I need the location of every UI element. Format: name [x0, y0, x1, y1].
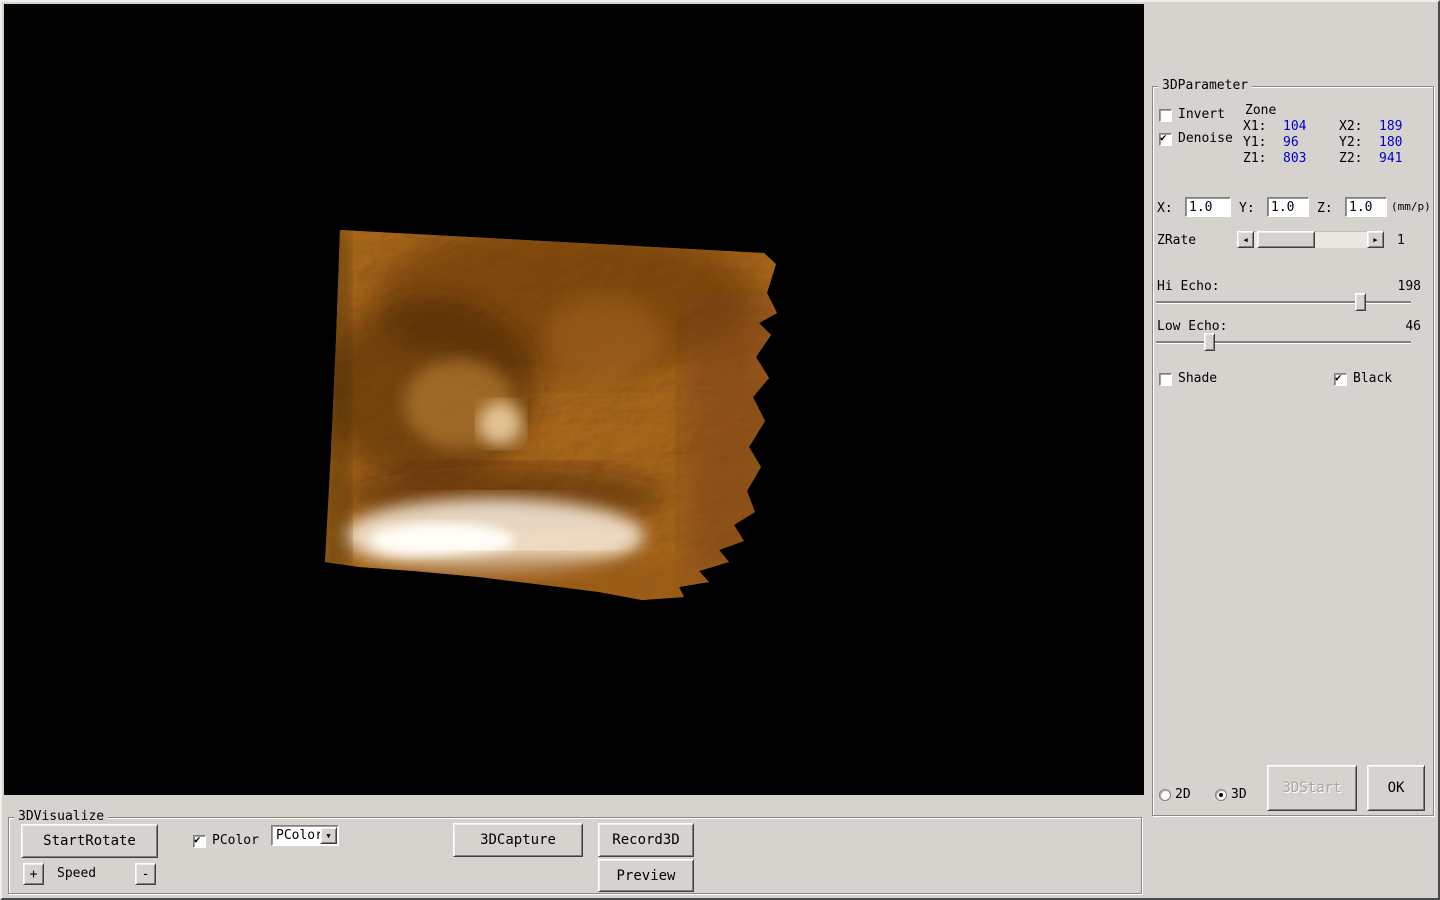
- dropdown-arrow-button[interactable]: ▼: [320, 827, 337, 844]
- shade-checkbox[interactable]: [1159, 373, 1172, 386]
- invert-checkbox[interactable]: [1159, 109, 1172, 122]
- zone-x2-label: X2:: [1339, 119, 1362, 134]
- mode-2d-radio[interactable]: [1159, 789, 1171, 801]
- visualize-groupbox: 3DVisualize StartRotate ✔ PColor PColor …: [8, 817, 1142, 894]
- hi-echo-value: 198: [1389, 279, 1421, 294]
- zrate-value: 1: [1397, 233, 1405, 248]
- ultrasound-3d-render: [4, 4, 1144, 795]
- check-icon: ✔: [1160, 131, 1167, 144]
- parameter-group-title: 3DParameter: [1158, 78, 1252, 94]
- zrate-scroll-left-button[interactable]: ◀: [1237, 231, 1254, 248]
- hi-echo-slider-thumb[interactable]: [1355, 293, 1366, 311]
- chevron-down-icon: ▼: [326, 832, 330, 840]
- check-icon: ✔: [194, 833, 201, 846]
- mode-3d-label: 3D: [1231, 787, 1247, 802]
- start-3d-button[interactable]: 3DStart: [1267, 765, 1357, 811]
- low-echo-value: 46: [1389, 319, 1421, 334]
- pcolor-dropdown[interactable]: PColor ▼: [271, 825, 339, 846]
- hi-echo-label: Hi Echo:: [1157, 279, 1220, 294]
- shade-label: Shade: [1178, 371, 1217, 386]
- parameter-groupbox: 3DParameter Invert ✔ Denoise Zone X1: 10…: [1152, 86, 1434, 816]
- zone-x2-value: 189: [1379, 119, 1402, 134]
- zone-x1-value: 104: [1283, 119, 1306, 134]
- scale-z-label: Z:: [1317, 201, 1333, 216]
- render-viewport[interactable]: [4, 4, 1144, 795]
- check-icon: ✔: [1335, 371, 1342, 384]
- zone-z2-value: 941: [1379, 151, 1402, 166]
- scale-y-label: Y:: [1239, 201, 1255, 216]
- zone-title: Zone: [1245, 103, 1276, 118]
- denoise-label: Denoise: [1178, 131, 1233, 146]
- scale-z-input[interactable]: [1345, 197, 1387, 217]
- zone-y1-label: Y1:: [1243, 135, 1266, 150]
- pcolor-checkbox[interactable]: ✔: [193, 835, 206, 848]
- speed-plus-button[interactable]: +: [23, 863, 44, 885]
- preview-button[interactable]: Preview: [598, 859, 694, 892]
- zone-x1-label: X1:: [1243, 119, 1266, 134]
- scale-x-input[interactable]: [1185, 197, 1231, 217]
- arrow-left-icon: ◀: [1243, 236, 1247, 244]
- scale-y-input[interactable]: [1267, 197, 1309, 217]
- denoise-checkbox[interactable]: ✔: [1159, 133, 1172, 146]
- arrow-right-icon: ▶: [1373, 236, 1377, 244]
- start-rotate-button[interactable]: StartRotate: [21, 824, 158, 858]
- zrate-label: ZRate: [1157, 233, 1196, 248]
- speed-minus-button[interactable]: -: [135, 863, 156, 885]
- invert-label: Invert: [1178, 107, 1225, 122]
- ok-button[interactable]: OK: [1367, 765, 1425, 811]
- visualize-group-title: 3DVisualize: [14, 809, 108, 825]
- scale-unit-label: (mm/p): [1391, 200, 1431, 213]
- pcolor-checkbox-label: PColor: [212, 833, 259, 848]
- low-echo-slider-thumb[interactable]: [1204, 333, 1215, 351]
- zone-y2-value: 180: [1379, 135, 1402, 150]
- zone-y1-value: 96: [1283, 135, 1299, 150]
- scale-x-label: X:: [1157, 201, 1173, 216]
- low-echo-slider-track[interactable]: [1156, 341, 1411, 343]
- low-echo-label: Low Echo:: [1157, 319, 1227, 334]
- mode-2d-label: 2D: [1175, 787, 1191, 802]
- hi-echo-slider-track[interactable]: [1156, 301, 1411, 303]
- pcolor-dropdown-value: PColor: [276, 828, 323, 843]
- zone-z1-label: Z1:: [1243, 151, 1266, 166]
- zrate-scroll-thumb[interactable]: [1257, 231, 1315, 248]
- mode-3d-radio[interactable]: [1215, 789, 1227, 801]
- record-3d-button[interactable]: Record3D: [598, 823, 694, 857]
- radio-dot-icon: [1219, 793, 1223, 797]
- black-label: Black: [1353, 371, 1392, 386]
- zone-z2-label: Z2:: [1339, 151, 1362, 166]
- black-checkbox[interactable]: ✔: [1334, 373, 1347, 386]
- capture-3d-button[interactable]: 3DCapture: [453, 823, 583, 857]
- zone-z1-value: 803: [1283, 151, 1306, 166]
- speed-label: Speed: [57, 866, 96, 881]
- zrate-scrollbar[interactable]: ◀ ▶: [1237, 231, 1384, 248]
- zone-y2-label: Y2:: [1339, 135, 1362, 150]
- zrate-scroll-right-button[interactable]: ▶: [1367, 231, 1384, 248]
